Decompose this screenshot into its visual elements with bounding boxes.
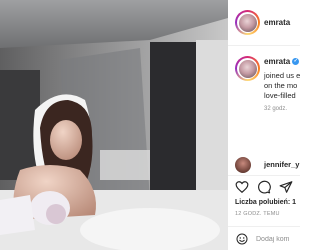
post-date: 12 GODZ. TEMU [235, 211, 280, 217]
emoji-icon[interactable] [236, 233, 248, 245]
caption-avatar[interactable] [235, 56, 260, 81]
comment-username[interactable]: jennifer_y [264, 160, 299, 169]
caption-line-1: joined us e [264, 71, 300, 80]
caption-line-2: on the mo [264, 81, 298, 90]
caption-username[interactable]: emrata [264, 57, 290, 66]
caption-timestamp[interactable]: 32 godz. [264, 106, 287, 112]
post-image[interactable] [0, 0, 228, 250]
action-bar [228, 175, 300, 195]
comment-icon[interactable] [257, 180, 271, 194]
verified-badge-icon: ✓ [292, 58, 300, 65]
add-comment-bar [228, 226, 300, 250]
likes-count[interactable]: Liczba polubień: 1 [235, 199, 296, 206]
heart-icon[interactable] [235, 180, 249, 194]
send-icon[interactable] [279, 180, 293, 194]
post-sidebar: emrata emrata ✓ joined us e on the mo lo… [228, 0, 300, 250]
post-header: emrata [228, 0, 300, 46]
comment-input[interactable] [256, 232, 300, 246]
avatar[interactable] [235, 10, 260, 35]
comment-avatar[interactable] [235, 157, 251, 173]
caption-username-row: emrata ✓ [264, 57, 300, 66]
header-username[interactable]: emrata [264, 18, 290, 27]
caption-line-3: love-filled [264, 91, 296, 100]
